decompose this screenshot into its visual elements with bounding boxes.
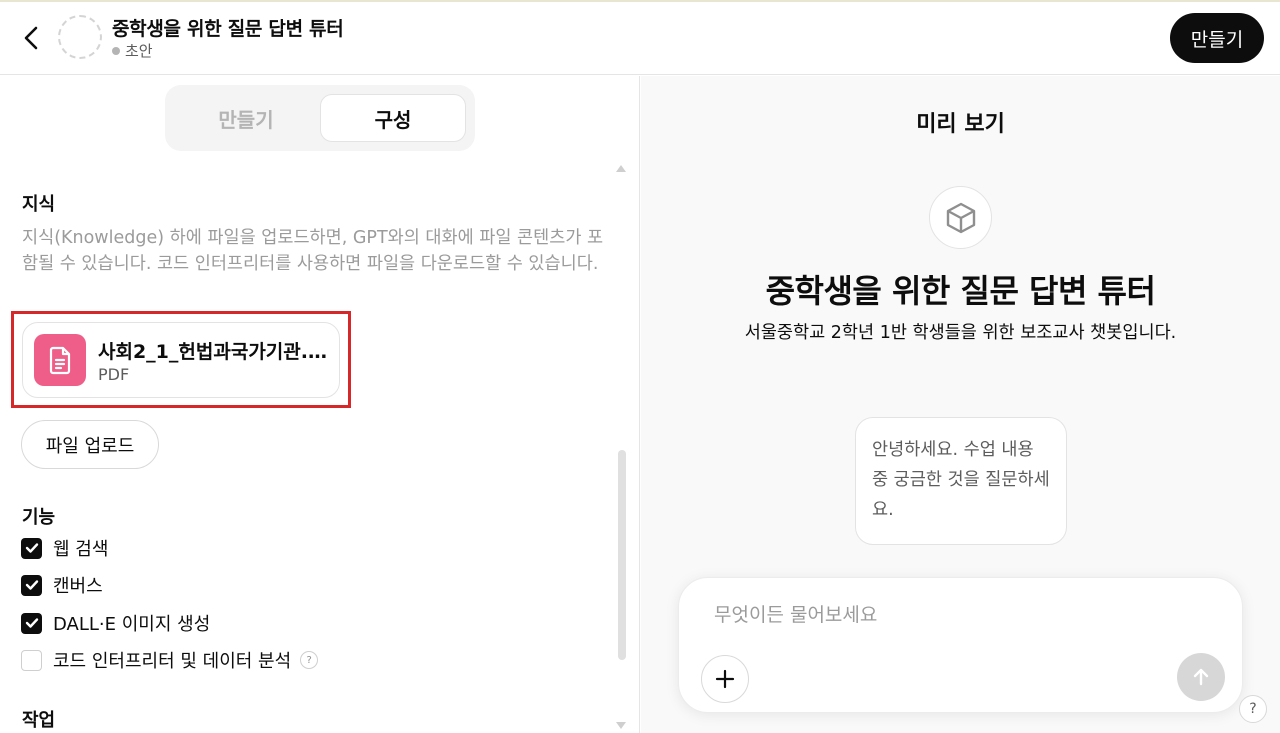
checkbox-checked-icon[interactable] — [21, 537, 42, 559]
capability-label: 코드 인터프리터 및 데이터 분석 — [53, 651, 292, 672]
status-label: 초안 — [125, 42, 153, 60]
scrollbar-thumb[interactable] — [618, 450, 626, 660]
tab-configure[interactable]: 구성 — [320, 94, 466, 142]
plus-icon — [715, 669, 735, 689]
attach-button[interactable] — [701, 655, 749, 703]
capability-web-search[interactable]: 웹 검색 — [21, 536, 108, 560]
help-icon[interactable]: ? — [300, 651, 319, 669]
config-panel: 만들기 구성 지식 지식(Knowledge) 하에 파일을 업로드하면, GP… — [0, 76, 640, 733]
cube-icon — [929, 186, 992, 249]
arrow-up-icon — [1193, 668, 1209, 686]
tab-create[interactable]: 만들기 — [173, 94, 319, 142]
capability-label: 캔버스 — [53, 576, 103, 597]
capability-dalle[interactable]: DALL·E 이미지 생성 — [21, 611, 210, 635]
message-composer — [678, 577, 1243, 713]
upload-file-button[interactable]: 파일 업로드 — [21, 420, 159, 469]
actions-heading: 작업 — [22, 710, 56, 731]
capabilities-heading: 기능 — [22, 507, 56, 528]
gpt-avatar-placeholder[interactable] — [58, 15, 102, 59]
send-button[interactable] — [1177, 653, 1225, 701]
conversation-starter[interactable]: 안녕하세요. 수업 내용 중 궁금한 것을 질문하세요. — [855, 417, 1067, 545]
mode-segmented-control: 만들기 구성 — [165, 85, 475, 151]
preview-title: 미리 보기 — [916, 112, 1005, 137]
back-button[interactable] — [18, 22, 46, 54]
create-button[interactable]: 만들기 — [1170, 13, 1264, 63]
scroll-down-arrow-icon[interactable] — [616, 722, 626, 729]
capability-code-interpreter[interactable]: 코드 인터프리터 및 데이터 분석 ? — [21, 648, 319, 672]
scroll-up-arrow-icon[interactable] — [616, 165, 626, 172]
draft-status: 초안 — [112, 40, 153, 61]
top-bar: 중학생을 위한 질문 답변 튜터 초안 만들기 — [0, 0, 1280, 75]
status-dot-icon — [112, 46, 120, 55]
preview-panel: 미리 보기 중학생을 위한 질문 답변 튜터 서울중학교 2학년 1반 학생들을… — [641, 76, 1280, 733]
capability-label: 웹 검색 — [53, 539, 109, 560]
chevron-left-icon — [24, 26, 38, 50]
help-button[interactable]: ? — [1239, 695, 1267, 723]
checkbox-unchecked-icon[interactable] — [21, 649, 42, 671]
gpt-description: 서울중학교 2학년 1반 학생들을 위한 보조교사 챗봇입니다. — [744, 323, 1177, 343]
capability-canvas[interactable]: 캔버스 — [21, 573, 103, 597]
gpt-name: 중학생을 위한 질문 답변 튜터 — [765, 272, 1156, 310]
top-accent-line — [0, 0, 1280, 2]
gpt-title: 중학생을 위한 질문 답변 튜터 — [112, 18, 344, 40]
capability-label: DALL·E 이미지 생성 — [53, 614, 211, 635]
highlight-box — [11, 311, 351, 408]
knowledge-description: 지식(Knowledge) 하에 파일을 업로드하면, GPT와의 대화에 파일… — [22, 228, 604, 274]
checkbox-checked-icon[interactable] — [21, 612, 42, 634]
checkbox-checked-icon[interactable] — [21, 574, 42, 596]
knowledge-heading: 지식 — [22, 194, 56, 215]
message-input[interactable] — [714, 598, 1174, 632]
